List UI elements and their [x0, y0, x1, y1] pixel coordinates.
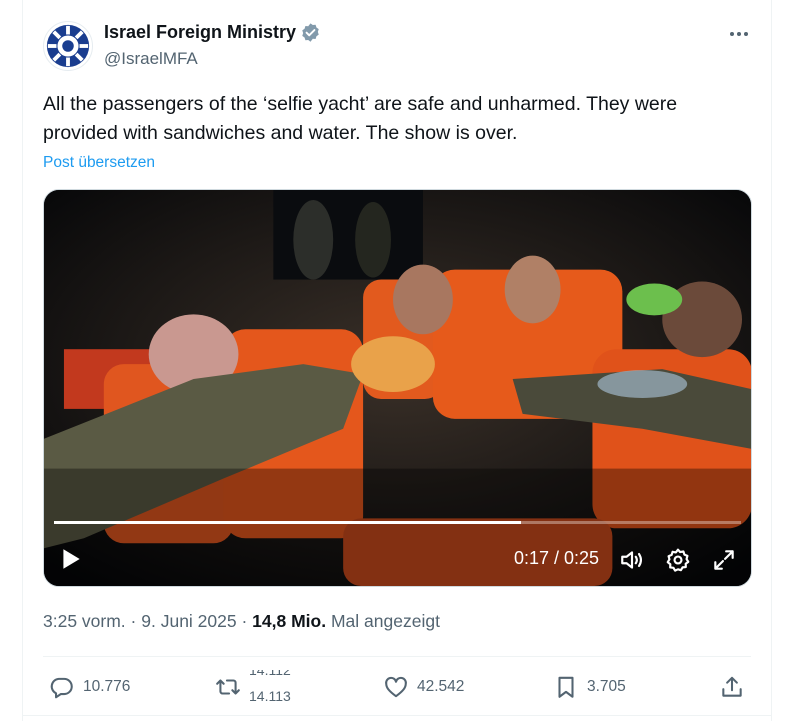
post-text: All the passengers of the ‘selfie yacht’…: [43, 93, 678, 144]
repost-button[interactable]: 14.112 14.113: [215, 670, 299, 704]
bookmark-icon: [558, 676, 574, 698]
ministry-logo-icon: [46, 24, 90, 68]
bookmark-count: 3.705: [587, 678, 626, 695]
repost-count: 14.112 14.113: [249, 670, 299, 704]
avatar[interactable]: [43, 21, 93, 71]
play-icon[interactable]: [58, 546, 84, 572]
view-count: 14,8 Mio.: [252, 611, 327, 631]
repost-count-new: 14.113: [249, 688, 291, 704]
fullscreen-icon[interactable]: [711, 547, 737, 573]
verified-icon: [302, 23, 319, 42]
like-icon: [385, 676, 407, 698]
bookmark-button[interactable]: 3.705: [553, 670, 626, 704]
post-time[interactable]: 3:25 vorm.: [43, 611, 126, 631]
repost-count-old: 14.112: [249, 670, 291, 678]
more-icon[interactable]: [727, 22, 751, 46]
reply-button[interactable]: 10.776: [49, 670, 130, 704]
reply-icon: [50, 677, 73, 699]
share-button[interactable]: [719, 670, 745, 704]
video-frame: [44, 190, 751, 586]
video-time-readout: 0:17 / 0:25: [514, 548, 600, 568]
post-meta: 3:25 vorm. · 9. Juni 2025 · 14,8 Mio. Ma…: [43, 611, 440, 632]
reply-count: 10.776: [83, 678, 131, 695]
meta-separator: ·: [236, 611, 253, 631]
like-count: 42.542: [417, 678, 465, 695]
post-date[interactable]: 9. Juni 2025: [141, 611, 236, 631]
meta-separator: ·: [125, 611, 142, 631]
divider: [43, 656, 751, 657]
repost-icon: [216, 679, 240, 695]
tweet-card: Israel Foreign Ministry @IsraelMFA All t…: [22, 0, 772, 721]
settings-icon[interactable]: [665, 547, 691, 573]
video-progress-bar[interactable]: [54, 521, 741, 524]
author-name[interactable]: Israel Foreign Ministry: [104, 22, 321, 43]
video-progress-fill: [54, 521, 522, 524]
author-handle[interactable]: @IsraelMFA: [104, 49, 198, 69]
view-count-label: Mal angezeigt: [330, 611, 440, 631]
author-name-text[interactable]: Israel Foreign Ministry: [104, 22, 296, 43]
action-bar: 10.776 14.112 14.113 42.542 3.705: [43, 670, 751, 704]
volume-icon[interactable]: [619, 547, 645, 573]
share-icon: [722, 676, 742, 697]
translate-link[interactable]: Post übersetzen: [43, 154, 155, 172]
divider: [23, 715, 771, 716]
video-player[interactable]: 0:17 / 0:25: [43, 189, 752, 587]
like-button[interactable]: 42.542: [383, 670, 464, 704]
